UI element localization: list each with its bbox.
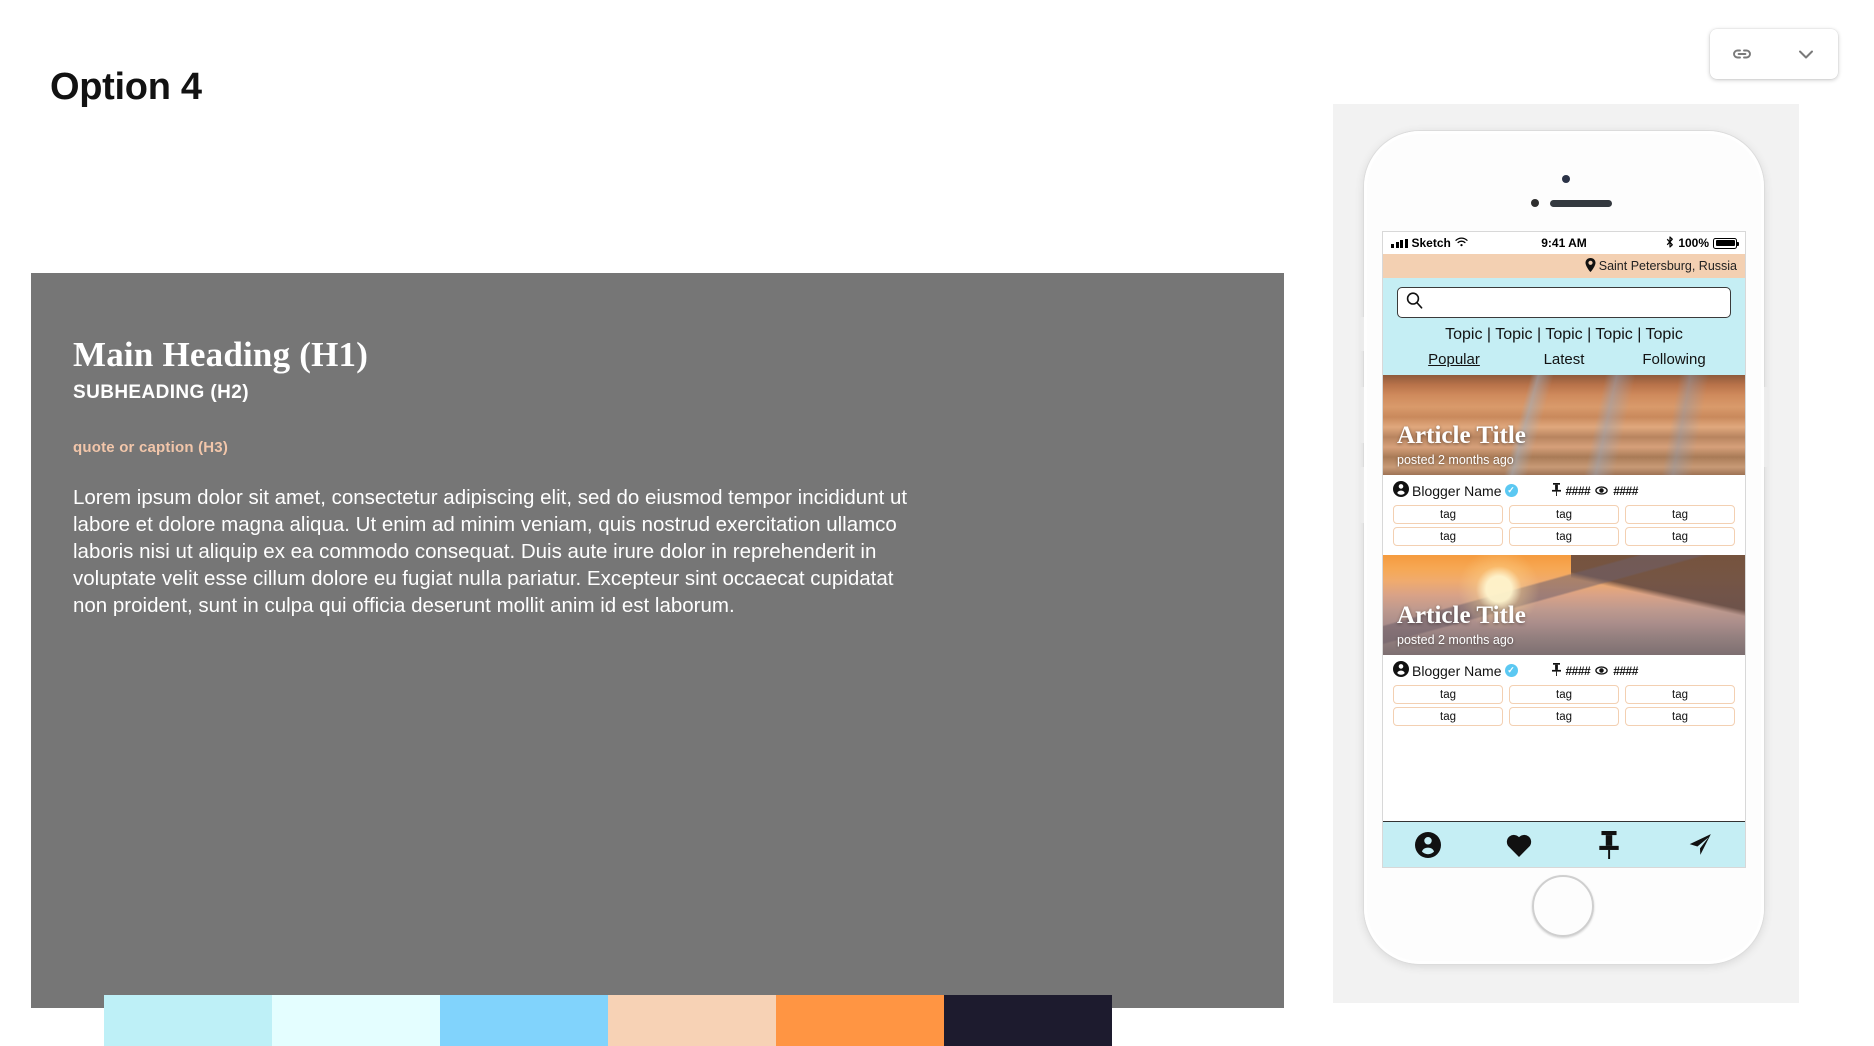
phone-sensor-icon [1531, 199, 1539, 207]
nav-pin-icon[interactable] [1564, 830, 1655, 859]
author-name[interactable]: Blogger Name [1412, 483, 1502, 499]
phone-volume-down-button [1360, 467, 1364, 523]
tag-pill[interactable]: tag [1393, 527, 1503, 546]
phone-power-button [1764, 387, 1768, 467]
verified-badge-icon: ✓ [1504, 484, 1518, 497]
tag-pill[interactable]: tag [1625, 707, 1735, 726]
palette-swatch [608, 995, 776, 1046]
phone-screen: Sketch 9:41 AM 100% Saint Petersburg, Ru… [1382, 231, 1746, 868]
phone-speaker-grille [1550, 200, 1612, 207]
nav-send-icon[interactable] [1655, 832, 1746, 858]
views-icon [1595, 484, 1608, 498]
article-tags: tag tag tag tag tag tag [1383, 682, 1745, 735]
tag-pill[interactable]: tag [1393, 685, 1503, 704]
views-icon [1595, 664, 1608, 678]
article-timestamp: posted 2 months ago [1397, 633, 1514, 647]
tag-pill[interactable]: tag [1509, 527, 1619, 546]
search-section [1383, 278, 1745, 326]
chevron-down-icon[interactable] [1794, 42, 1818, 66]
article-meta: Blogger Name ✓ #### #### [1383, 475, 1745, 502]
floating-toolbar [1710, 29, 1838, 79]
author-name[interactable]: Blogger Name [1412, 663, 1502, 679]
tab-following[interactable]: Following [1619, 351, 1729, 368]
status-bar: Sketch 9:41 AM 100% [1383, 232, 1745, 254]
article-meta: Blogger Name ✓ #### #### [1383, 655, 1745, 682]
tag-pill[interactable]: tag [1509, 685, 1619, 704]
map-pin-icon [1585, 257, 1596, 275]
tag-pill[interactable]: tag [1625, 505, 1735, 524]
feed-tabs: Popular Latest Following [1383, 347, 1745, 375]
location-bar[interactable]: Saint Petersburg, Russia [1383, 254, 1745, 278]
article-timestamp: posted 2 months ago [1397, 453, 1514, 467]
tag-pill[interactable]: tag [1625, 527, 1735, 546]
palette-swatches [104, 995, 1112, 1046]
article-hero-image[interactable]: Article Title posted 2 months ago [1383, 555, 1745, 655]
location-label: Saint Petersburg, Russia [1598, 259, 1737, 273]
topic-list[interactable]: Topic | Topic | Topic | Topic | Topic [1383, 326, 1745, 347]
bluetooth-icon [1666, 235, 1674, 251]
page-title: Option 4 [50, 66, 202, 108]
tag-pill[interactable]: tag [1393, 505, 1503, 524]
palette-swatch [272, 995, 440, 1046]
pin-count: #### [1565, 483, 1591, 498]
heading-h2: SUBHEADING (H2) [73, 382, 249, 403]
tag-pill[interactable]: tag [1509, 505, 1619, 524]
search-input[interactable] [1397, 287, 1731, 318]
views-count: #### [1613, 663, 1638, 678]
tab-popular[interactable]: Popular [1399, 351, 1509, 368]
palette-swatch [776, 995, 944, 1046]
verified-badge-icon: ✓ [1504, 664, 1518, 677]
pin-icon [1551, 482, 1561, 499]
article-hero-image[interactable]: Article Title posted 2 months ago [1383, 375, 1745, 475]
clock-label: 9:41 AM [1541, 236, 1587, 250]
heading-h1: Main Heading (H1) [73, 335, 369, 374]
bottom-navigation [1383, 821, 1745, 867]
style-board: Main Heading (H1) SUBHEADING (H2) quote … [31, 273, 1284, 1046]
nav-heart-icon[interactable] [1474, 832, 1565, 858]
pin-count: #### [1565, 663, 1591, 678]
palette-swatch [440, 995, 608, 1046]
body-paragraph: Lorem ipsum dolor sit amet, consectetur … [73, 486, 908, 617]
palette-swatch [104, 995, 272, 1046]
article-title: Article Title [1397, 421, 1526, 449]
pin-icon [1551, 662, 1561, 679]
phone-camera-icon [1562, 175, 1570, 183]
phone-home-button[interactable] [1532, 875, 1594, 937]
wifi-icon [1455, 236, 1468, 250]
article-tags: tag tag tag tag tag tag [1383, 502, 1745, 555]
palette-swatch [944, 995, 1112, 1046]
link-icon[interactable] [1730, 42, 1754, 66]
nav-profile-icon[interactable] [1383, 831, 1474, 858]
search-icon [1405, 291, 1424, 315]
avatar-icon [1393, 481, 1409, 500]
tag-pill[interactable]: tag [1393, 707, 1503, 726]
signal-bars-icon [1391, 238, 1408, 248]
battery-icon [1713, 237, 1740, 249]
slide-canvas: Option 4 Main Heading (H1) SUBHEADING (H… [0, 0, 1874, 1046]
article-title: Article Title [1397, 601, 1526, 629]
battery-percent-label: 100% [1678, 236, 1710, 250]
avatar-icon [1393, 661, 1409, 680]
phone-mockup: Sketch 9:41 AM 100% Saint Petersburg, Ru… [1360, 131, 1768, 964]
tab-latest[interactable]: Latest [1509, 351, 1619, 368]
tag-pill[interactable]: tag [1509, 707, 1619, 726]
tag-pill[interactable]: tag [1625, 685, 1735, 704]
views-count: #### [1613, 483, 1638, 498]
carrier-label: Sketch [1411, 236, 1451, 250]
heading-h3: quote or caption (H3) [73, 439, 229, 456]
